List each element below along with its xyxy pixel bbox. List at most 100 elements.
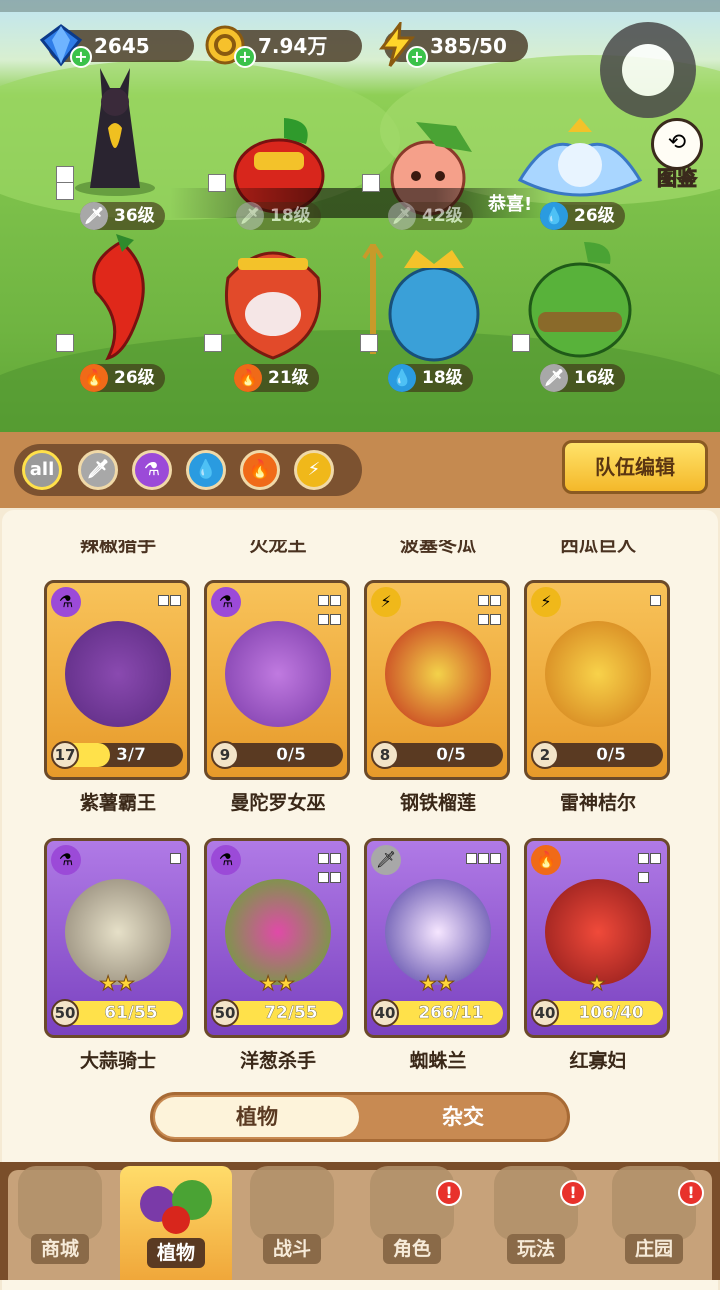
card-level: 50 [51, 999, 79, 1027]
add-energy-icon[interactable]: + [406, 46, 428, 68]
filter-lightning-icon[interactable]: ⚡ [294, 450, 334, 490]
card-level: 40 [371, 999, 399, 1027]
card-name: 紫薯霸王 [79, 792, 156, 814]
card-level: 8 [371, 741, 399, 769]
nav-plants[interactable]: 植物 [120, 1166, 232, 1280]
plant-card[interactable]: 🔥 ★ 106/40 40 [524, 838, 670, 1038]
atlas-label: 图鉴 [657, 166, 698, 191]
plant-card[interactable]: ⚡ 0/5 2 [524, 580, 670, 780]
slot-marker [204, 334, 222, 352]
tab-hybrid[interactable]: 杂交 [363, 1097, 563, 1137]
star-rating: ★★ [419, 971, 456, 996]
plant-melon-giant[interactable] [514, 236, 646, 366]
element-filter-bar: all 🗡 ⚗ 💧 🔥 ⚡ [14, 444, 362, 496]
nav-label: 角色 [382, 1234, 441, 1264]
filter-sword-icon[interactable]: 🗡 [78, 450, 118, 490]
plant-card[interactable]: ⚗ 0/5 9 [204, 580, 350, 780]
slot-marker [360, 334, 378, 352]
plant-card[interactable]: ⚡ 0/5 8 [364, 580, 510, 780]
battle-icon [250, 1166, 334, 1240]
plant-card[interactable]: ⚗ ★★ 72/55 50 [204, 838, 350, 1038]
slot-pips [157, 591, 181, 610]
slot-pips [169, 849, 181, 868]
toast-text: 恭喜! [488, 194, 533, 215]
plant-level-badge: 🗡 42级 [388, 202, 473, 230]
sword-icon: 🗡 [540, 364, 568, 392]
plant-card[interactable]: ⚗ ★★ 61/55 50 [44, 838, 190, 1038]
nav-character[interactable]: 角色 ! [356, 1166, 468, 1280]
plant-bat-warrior[interactable] [60, 58, 170, 198]
atlas-button[interactable]: ⟲ 图鉴 [648, 118, 706, 191]
card-name: 雷神桔尔 [559, 792, 636, 814]
plant-level-badge: 🗡 16级 [540, 364, 625, 392]
nav-label: 玩法 [506, 1234, 565, 1264]
plant-portrait [385, 621, 491, 727]
card-level: 40 [531, 999, 559, 1027]
slot-marker [512, 334, 530, 352]
plant-portrait [545, 621, 651, 727]
potion-icon: ⚗ [51, 587, 81, 617]
plant-chili-hunter[interactable] [76, 232, 166, 364]
plant-portrait [65, 879, 171, 985]
card-level: 2 [531, 741, 559, 769]
water-icon: 💧 [540, 202, 568, 230]
card-level: 17 [51, 741, 79, 769]
nav-shop[interactable]: 商城 [4, 1166, 116, 1280]
star-rating: ★ [588, 971, 607, 996]
nav-gameplay[interactable]: 玩法 ! [480, 1166, 592, 1280]
fire-icon: 🔥 [531, 845, 561, 875]
filter-potion-icon[interactable]: ⚗ [132, 450, 172, 490]
sword-icon: 🗡 [388, 202, 416, 230]
lightning-icon: ⚡ [531, 587, 561, 617]
slot-pips [477, 591, 501, 629]
plant-portrait [65, 621, 171, 727]
alert-badge-icon: ! [436, 1180, 462, 1206]
plants-icon [140, 1180, 212, 1234]
plant-level-badge: 🔥 21级 [234, 364, 319, 392]
star-rating: ★★ [99, 971, 136, 996]
sword-icon: 🗡 [80, 202, 108, 230]
plant-portrait [225, 621, 331, 727]
notification-toast: 恭喜! [170, 188, 550, 218]
card-name: 曼陀罗女巫 [230, 792, 326, 814]
plant-level-badge: 🔥 26级 [80, 364, 165, 392]
slot-marker [208, 174, 226, 192]
gem-value: 2645 [94, 34, 150, 58]
plant-portrait [545, 879, 651, 985]
plant-card[interactable]: ⚗ 3/7 17 [44, 580, 190, 780]
slot-pips [649, 591, 661, 610]
plant-fire-dragon-king[interactable] [208, 238, 338, 368]
plant-level-badge: 💧 26级 [540, 202, 625, 230]
water-icon: 💧 [388, 364, 416, 392]
plant-level-badge: 🗡 18级 [236, 202, 321, 230]
filter-all[interactable]: all [22, 450, 62, 490]
plant-type-toggle: 植物 杂交 [150, 1092, 570, 1142]
card-name: 大蒜骑士 [79, 1050, 156, 1072]
filter-fire-icon[interactable]: 🔥 [240, 450, 280, 490]
plant-card[interactable]: 🗡 ★★ 266/11 40 [364, 838, 510, 1038]
coin-counter[interactable]: + 7.94万 [205, 25, 362, 68]
nav-manor[interactable]: 庄园 ! [598, 1166, 710, 1280]
filter-water-icon[interactable]: 💧 [186, 450, 226, 490]
alert-badge-icon: ! [678, 1180, 704, 1206]
add-coin-icon[interactable]: + [234, 46, 256, 68]
nav-battle[interactable]: 战斗 [236, 1166, 348, 1280]
nav-label: 战斗 [262, 1234, 321, 1264]
floating-assist-button[interactable] [600, 22, 696, 118]
plant-level-badge: 🗡 36级 [80, 202, 165, 230]
coin-value: 7.94万 [258, 34, 328, 58]
card-level: 50 [211, 999, 239, 1027]
plant-portrait [225, 879, 331, 985]
nav-label: 植物 [146, 1238, 205, 1268]
tab-plants[interactable]: 植物 [155, 1097, 359, 1137]
panel-header: all 🗡 ⚗ 💧 🔥 ⚡ 队伍编辑 [0, 432, 720, 508]
potion-icon: ⚗ [51, 845, 81, 875]
nav-label: 庄园 [624, 1234, 683, 1264]
slot-pips [317, 591, 341, 629]
nav-label: 商城 [30, 1234, 89, 1264]
team-scene: + 2645 + 7.94万 + 385/50 ⟲ 图鉴 恭喜! 🗡 36级 🗡… [0, 0, 720, 432]
card-name: 洋葱杀手 [239, 1050, 316, 1072]
team-edit-button[interactable]: 队伍编辑 [562, 440, 708, 494]
energy-counter[interactable]: + 385/50 [379, 22, 528, 68]
plant-level-badge: 💧 18级 [388, 364, 473, 392]
